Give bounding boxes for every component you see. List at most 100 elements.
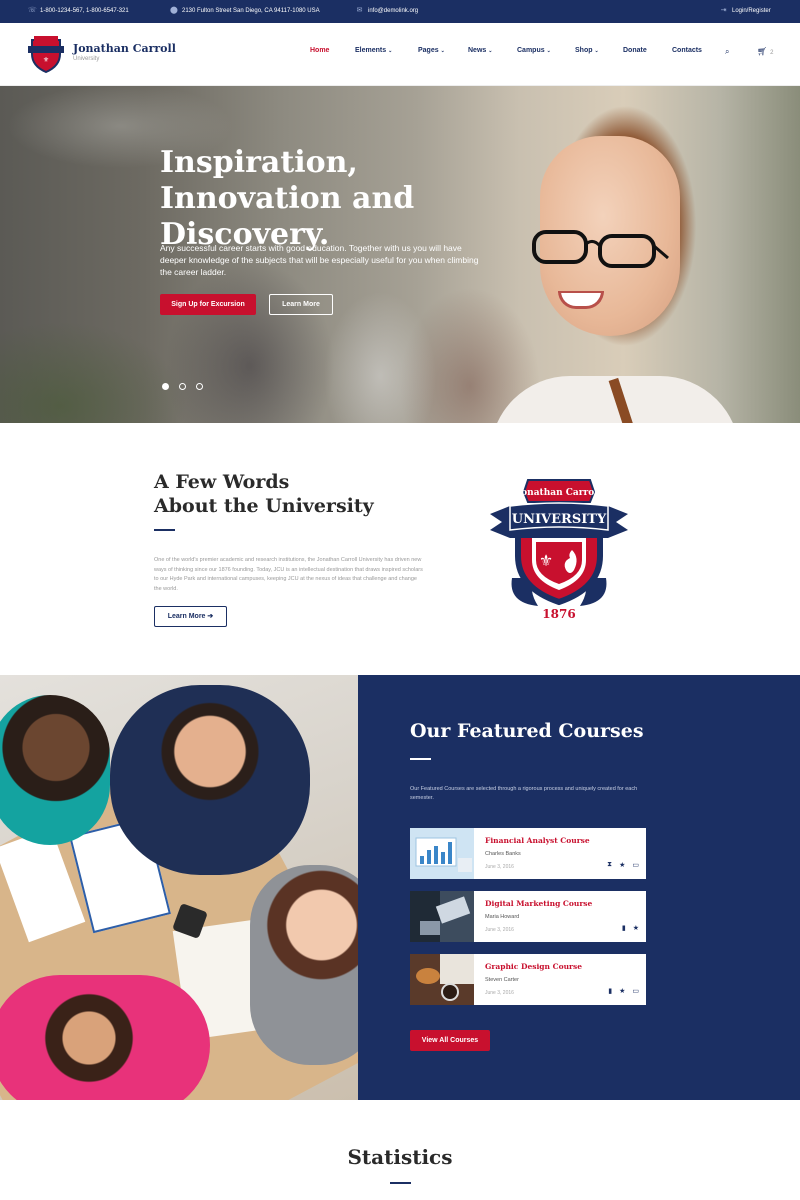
topbar-login[interactable]: ⇥ Login/Register [720,7,771,14]
university-logo[interactable]: ⚜ [28,34,64,74]
statistics-divider [390,1182,411,1184]
about-title: A Few Words About the University [154,470,414,518]
nav-donate[interactable]: Donate [623,47,647,54]
course-thumbnail [410,954,474,1005]
photo-student-2 [110,685,310,875]
course-card[interactable]: Graphic Design Course Steven Carter June… [410,954,646,1005]
course-date: June 3, 2016 [485,927,514,933]
star-icon: ★ [632,925,639,932]
course-author: Maria Howard [485,914,520,920]
brand-subtitle: University [73,56,100,62]
featured-text: Our Featured Courses are selected throug… [410,786,638,801]
site-header: ⚜ Jonathan Carroll University Home Eleme… [0,23,800,86]
course-author: Charles Banks [485,851,521,857]
university-crest: Jonathan Carroll UNIVERSITY ⚜ 1876 [490,479,628,621]
nav-news-label: News [468,47,487,54]
hero-learn-more-button[interactable]: Learn More [269,294,333,315]
battery-icon: ▮ [621,925,626,932]
topbar-email[interactable]: ✉ info@demolink.org [356,7,419,14]
course-title[interactable]: Graphic Design Course [485,962,582,971]
chevron-down-icon: ⌄ [594,48,599,54]
about-title-line2: About the University [154,495,374,517]
nav-campus[interactable]: Campus ⌄ [517,47,551,54]
cart-count: 2 [770,50,774,56]
nav-news[interactable]: News ⌄ [468,47,493,54]
sign-in-icon: ⇥ [720,7,727,14]
star-icon: ★ [619,862,626,869]
crest-banner-text: Jonathan Carroll [516,488,602,498]
students-photo [0,675,358,1100]
nav-home[interactable]: Home [310,47,329,54]
nav-shop[interactable]: Shop ⌄ [575,47,599,54]
photo-student-3 [250,865,358,1065]
nav-contacts[interactable]: Contacts [672,47,702,54]
map-pin-icon: ⬤ [170,7,178,14]
chevron-down-icon: ⌄ [488,48,493,54]
course-thumbnail [410,828,474,879]
signup-excursion-button[interactable]: Sign Up for Excursion [160,294,256,315]
topbar-email-text[interactable]: info@demolink.org [368,8,418,14]
star-icon: ★ [619,988,626,995]
svg-text:⚜: ⚜ [43,56,49,64]
hero-title: Inspiration, Innovation and Discovery. [160,145,415,252]
course-icons: ▮ ★ ▭ [608,987,639,995]
course-author: Steven Carter [485,977,519,983]
about-text: One of the world's premier academic and … [154,557,423,592]
chevron-down-icon: ⌄ [440,48,445,54]
featured-divider [410,758,431,760]
battery-icon: ▮ [608,988,613,995]
cart-button[interactable]: 🛒︎ 2 [757,47,774,56]
course-date: June 3, 2016 [485,990,514,996]
about-title-line1: A Few Words [154,471,290,493]
photo-student-1 [0,695,110,845]
nav-contacts-label: Contacts [672,47,702,54]
slider-dot-2[interactable] [179,383,186,390]
envelope-icon: ✉ [356,7,363,14]
view-all-courses-button[interactable]: View All Courses [410,1030,490,1051]
course-icons: ▮ ★ [622,924,639,932]
laptop-icon: ▭ [632,862,639,869]
nav-donate-label: Donate [623,47,647,54]
topbar-phone-text: 1-800-1234-567, 1-800-6547-321 [40,7,129,14]
course-title[interactable]: Financial Analyst Course [485,836,590,845]
cart-icon: 🛒︎ [757,47,768,56]
photo-student-4 [0,975,210,1100]
search-icon[interactable]: ⌕ [725,47,729,57]
login-link[interactable]: Login/Register [732,8,771,14]
nav-campus-label: Campus [517,47,545,54]
statistics-title: Statistics [347,1145,453,1169]
hourglass-icon: ⧗ [607,861,613,868]
phone-icon: ☏ [28,7,37,14]
laptop-icon: ▭ [632,988,639,995]
hero-text: Any successful career starts with good e… [160,243,479,277]
topbar-phone: ☏ 1-800-1234-567, 1-800-6547-321 [28,7,129,14]
topbar-address-text: 2130 Fulton Street San Diego, CA 94117-1… [182,7,320,14]
course-date: June 3, 2016 [485,864,514,870]
about-learn-more-button[interactable]: Learn More ➔ [154,606,227,627]
hero-photo-glasses [532,230,669,268]
about-divider [154,529,175,531]
arrow-right-icon: ➔ [207,613,214,620]
nav-elements[interactable]: Elements ⌄ [355,47,392,54]
nav-pages[interactable]: Pages ⌄ [418,47,445,54]
slider-dot-1[interactable] [162,383,169,390]
featured-title: Our Featured Courses [410,720,644,742]
nav-pages-label: Pages [418,47,439,54]
brand-name[interactable]: Jonathan Carroll [73,42,176,55]
crest-ribbon-text: UNIVERSITY [512,512,607,527]
course-card[interactable]: Financial Analyst Course Charles Banks J… [410,828,646,879]
top-bar: ☏ 1-800-1234-567, 1-800-6547-321 ⬤ 2130 … [0,0,800,23]
course-title[interactable]: Digital Marketing Course [485,899,592,908]
chevron-down-icon: ⌄ [388,48,393,54]
course-icons: ⧗ ★ ▭ [607,861,639,869]
nav-shop-label: Shop [575,47,593,54]
course-card[interactable]: Digital Marketing Course Maria Howard Ju… [410,891,646,942]
chevron-down-icon: ⌄ [546,48,551,54]
crest-year: 1876 [542,607,575,621]
course-thumbnail [410,891,474,942]
slider-dot-3[interactable] [196,383,203,390]
slider-dots [162,383,203,390]
topbar-address: ⬤ 2130 Fulton Street San Diego, CA 94117… [170,7,320,14]
svg-text:⚜: ⚜ [539,551,553,570]
nav-elements-label: Elements [355,47,387,54]
